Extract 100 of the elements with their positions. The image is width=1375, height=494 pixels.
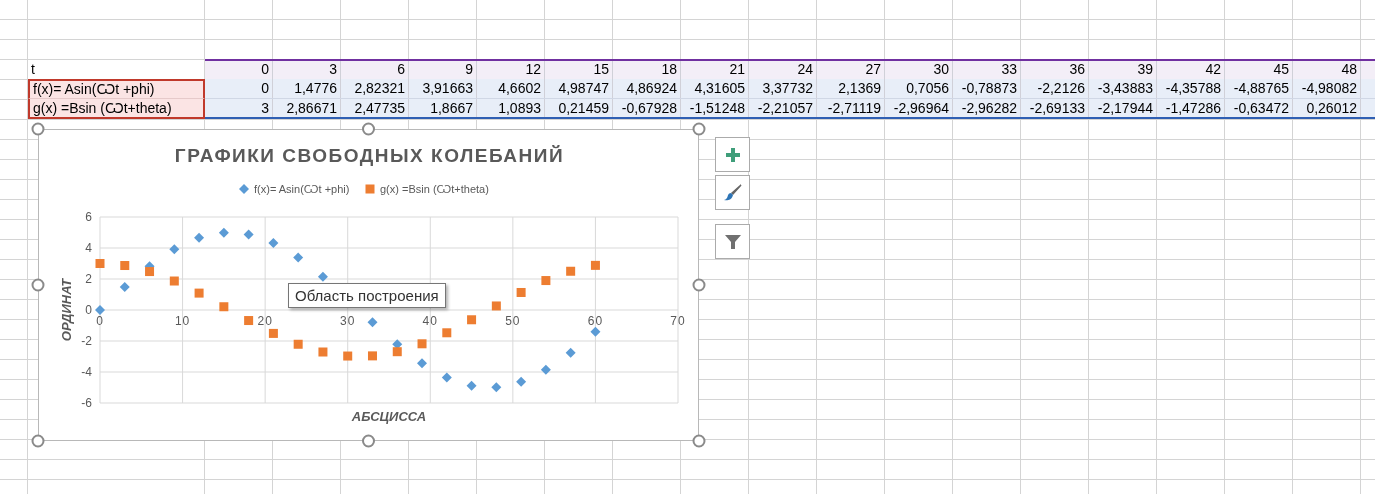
resize-handle[interactable] xyxy=(692,434,706,448)
x-tick-label: 30 xyxy=(340,314,356,328)
table-cell: 2,1369 xyxy=(817,79,885,98)
table-cell: 4,98747 xyxy=(545,79,613,98)
y-tick-label: 2 xyxy=(85,272,92,286)
resize-handle[interactable] xyxy=(362,434,375,448)
data-point xyxy=(219,302,229,312)
table-cell: -1,51248 xyxy=(681,99,749,117)
data-point xyxy=(491,301,501,311)
table-cell: -2,21057 xyxy=(749,99,817,117)
table-cell: 0,21459 xyxy=(545,99,613,117)
resize-handle[interactable] xyxy=(692,122,706,136)
data-point xyxy=(268,328,278,338)
data-point xyxy=(540,364,551,375)
legend-marker xyxy=(239,184,249,194)
table-cell: -2,96282 xyxy=(953,99,1021,117)
chart-style-button[interactable] xyxy=(715,175,750,210)
y-tick-label: -2 xyxy=(81,334,92,348)
table-cell: -2,17944 xyxy=(1089,99,1157,117)
table-cell: -0,78873 xyxy=(953,79,1021,98)
table-cell: 1,4776 xyxy=(273,79,341,98)
x-tick-label: 10 xyxy=(174,314,191,328)
table-cell: -0,67928 xyxy=(613,99,681,117)
resize-handle[interactable] xyxy=(31,278,45,292)
chart-title: ГРАФИКИ СВОБОДНЫХ КОЛЕБАНИЙ xyxy=(174,145,565,166)
table-cell: -4,88765 xyxy=(1225,79,1293,98)
table-cell: g(x) =Bsin (Ѡt+theta) xyxy=(28,99,205,119)
data-point xyxy=(442,328,452,338)
table-cell: 4,31605 xyxy=(681,79,749,98)
table-cell: -4,98082 xyxy=(1293,79,1361,98)
data-point xyxy=(145,267,155,277)
data-point xyxy=(516,376,527,387)
data-point xyxy=(392,339,403,350)
table-cell: 1,8667 xyxy=(409,99,477,117)
x-tick-label: 20 xyxy=(257,314,273,328)
data-point xyxy=(169,276,179,286)
y-tick-label: 6 xyxy=(85,210,92,224)
data-point xyxy=(392,347,402,357)
data-point xyxy=(590,260,600,270)
data-point xyxy=(243,229,254,240)
resize-handle[interactable] xyxy=(31,122,45,136)
y-tick-label: -6 xyxy=(81,396,92,410)
data-point xyxy=(169,244,180,255)
data-point xyxy=(417,339,427,349)
legend-marker xyxy=(365,184,375,194)
table-cell: 3 xyxy=(205,99,273,117)
table-cell: -2,96964 xyxy=(885,99,953,117)
table-cell: 1,0893 xyxy=(477,99,545,117)
plus-icon xyxy=(725,147,740,162)
table-cell: 0 xyxy=(205,79,273,98)
legend-label: f(x)= Asin(Ѡt +phi) xyxy=(254,183,350,195)
table-cell: 0,26012 xyxy=(1293,99,1361,117)
table-cell: -2,69133 xyxy=(1021,99,1089,117)
axis-title: АБСЦИССА xyxy=(351,409,427,424)
data-point xyxy=(293,252,304,263)
data-point xyxy=(268,238,279,249)
data-point xyxy=(95,305,105,315)
data-point xyxy=(516,288,526,297)
add-element-button[interactable] xyxy=(715,137,750,172)
resize-handle[interactable] xyxy=(362,122,375,136)
table-cell: 3,37732 xyxy=(749,79,817,98)
legend-label: g(x) =Bsin (Ѡt+theta) xyxy=(380,183,489,195)
table-cell: -2,71119 xyxy=(817,99,885,117)
table-cell: -1,47286 xyxy=(1157,99,1225,117)
data-point xyxy=(368,351,377,361)
data-point xyxy=(120,261,130,270)
data-point xyxy=(218,227,229,238)
table-cell: -4,35788 xyxy=(1157,79,1225,98)
table-cell: 3,91663 xyxy=(409,79,477,98)
table-cell: -3,43883 xyxy=(1089,79,1157,98)
data-point xyxy=(565,347,576,358)
resize-handle[interactable] xyxy=(692,278,706,292)
data-point xyxy=(95,259,105,268)
data-point xyxy=(466,380,477,391)
table-cell: 4,86924 xyxy=(613,79,681,98)
data-point xyxy=(417,358,428,369)
data-point xyxy=(343,351,353,361)
data-point xyxy=(244,316,254,326)
x-tick-label: 70 xyxy=(670,314,686,328)
data-point xyxy=(491,382,502,393)
resize-handle[interactable] xyxy=(31,434,45,448)
data-point xyxy=(441,372,452,383)
data-point xyxy=(541,276,551,286)
table-cell: -2,2126 xyxy=(1021,79,1089,98)
data-point xyxy=(293,339,303,349)
table-cell: 2,47735 xyxy=(341,99,409,117)
x-tick-label: 60 xyxy=(587,314,604,328)
y-tick-label: -4 xyxy=(81,365,92,379)
chart-filter-button[interactable] xyxy=(715,224,750,259)
y-tick-label: 0 xyxy=(85,303,92,317)
axis-title: ОРДИНАТ xyxy=(59,278,74,342)
data-point xyxy=(590,326,601,337)
table-cell: 2,86671 xyxy=(273,99,341,117)
data-point xyxy=(119,282,130,293)
data-point xyxy=(194,288,204,298)
x-tick-label: 50 xyxy=(505,314,521,328)
filter-icon xyxy=(724,233,741,250)
table-cell: 0,7056 xyxy=(885,79,953,98)
data-point xyxy=(318,347,328,357)
y-tick-label: 4 xyxy=(85,241,92,255)
